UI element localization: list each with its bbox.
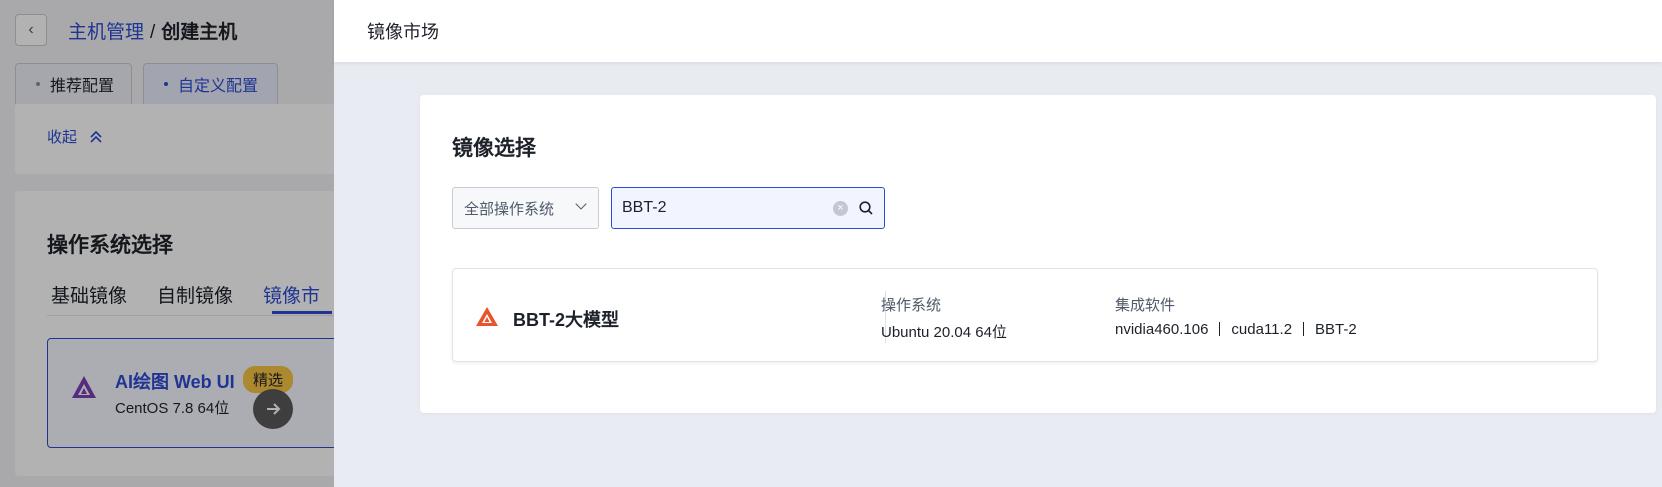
search-box: × [611, 187, 885, 229]
drawer-title: 镜像市场 [367, 22, 439, 42]
os-value: Ubuntu 20.04 64位 [881, 324, 1007, 341]
software-item: cuda11.2 [1231, 321, 1293, 338]
chevron-down-icon [575, 198, 587, 210]
os-label: 操作系统 [881, 297, 942, 314]
os-filter-value: 全部操作系统 [464, 200, 555, 218]
software-list: nvidia460.106 cuda11.2 BBT-2 [1115, 321, 1357, 338]
software-item: BBT-2 [1315, 321, 1357, 338]
image-market-drawer: 镜像市场 镜像选择 全部操作系统 × BBT-2大模型 操作系统 Ubu [334, 0, 1662, 487]
search-input[interactable] [622, 188, 822, 228]
software-label: 集成软件 [1115, 297, 1176, 314]
panel-title: 镜像选择 [452, 137, 536, 160]
software-separator [1303, 322, 1305, 336]
triangle-logo-icon [476, 307, 498, 326]
software-separator [1219, 322, 1221, 336]
software-item: nvidia460.106 [1115, 321, 1209, 338]
image-selection-panel: 镜像选择 全部操作系统 × BBT-2大模型 操作系统 Ubuntu 20.04… [420, 95, 1656, 413]
os-filter-select[interactable]: 全部操作系统 [452, 187, 599, 229]
search-icon[interactable] [858, 200, 874, 216]
modal-overlay[interactable] [0, 0, 334, 487]
drawer-header: 镜像市场 [334, 0, 1662, 62]
result-name: BBT-2大模型 [513, 310, 620, 330]
image-result-card[interactable]: BBT-2大模型 操作系统 Ubuntu 20.04 64位 集成软件 nvid… [452, 268, 1598, 362]
clear-icon[interactable]: × [833, 201, 848, 216]
